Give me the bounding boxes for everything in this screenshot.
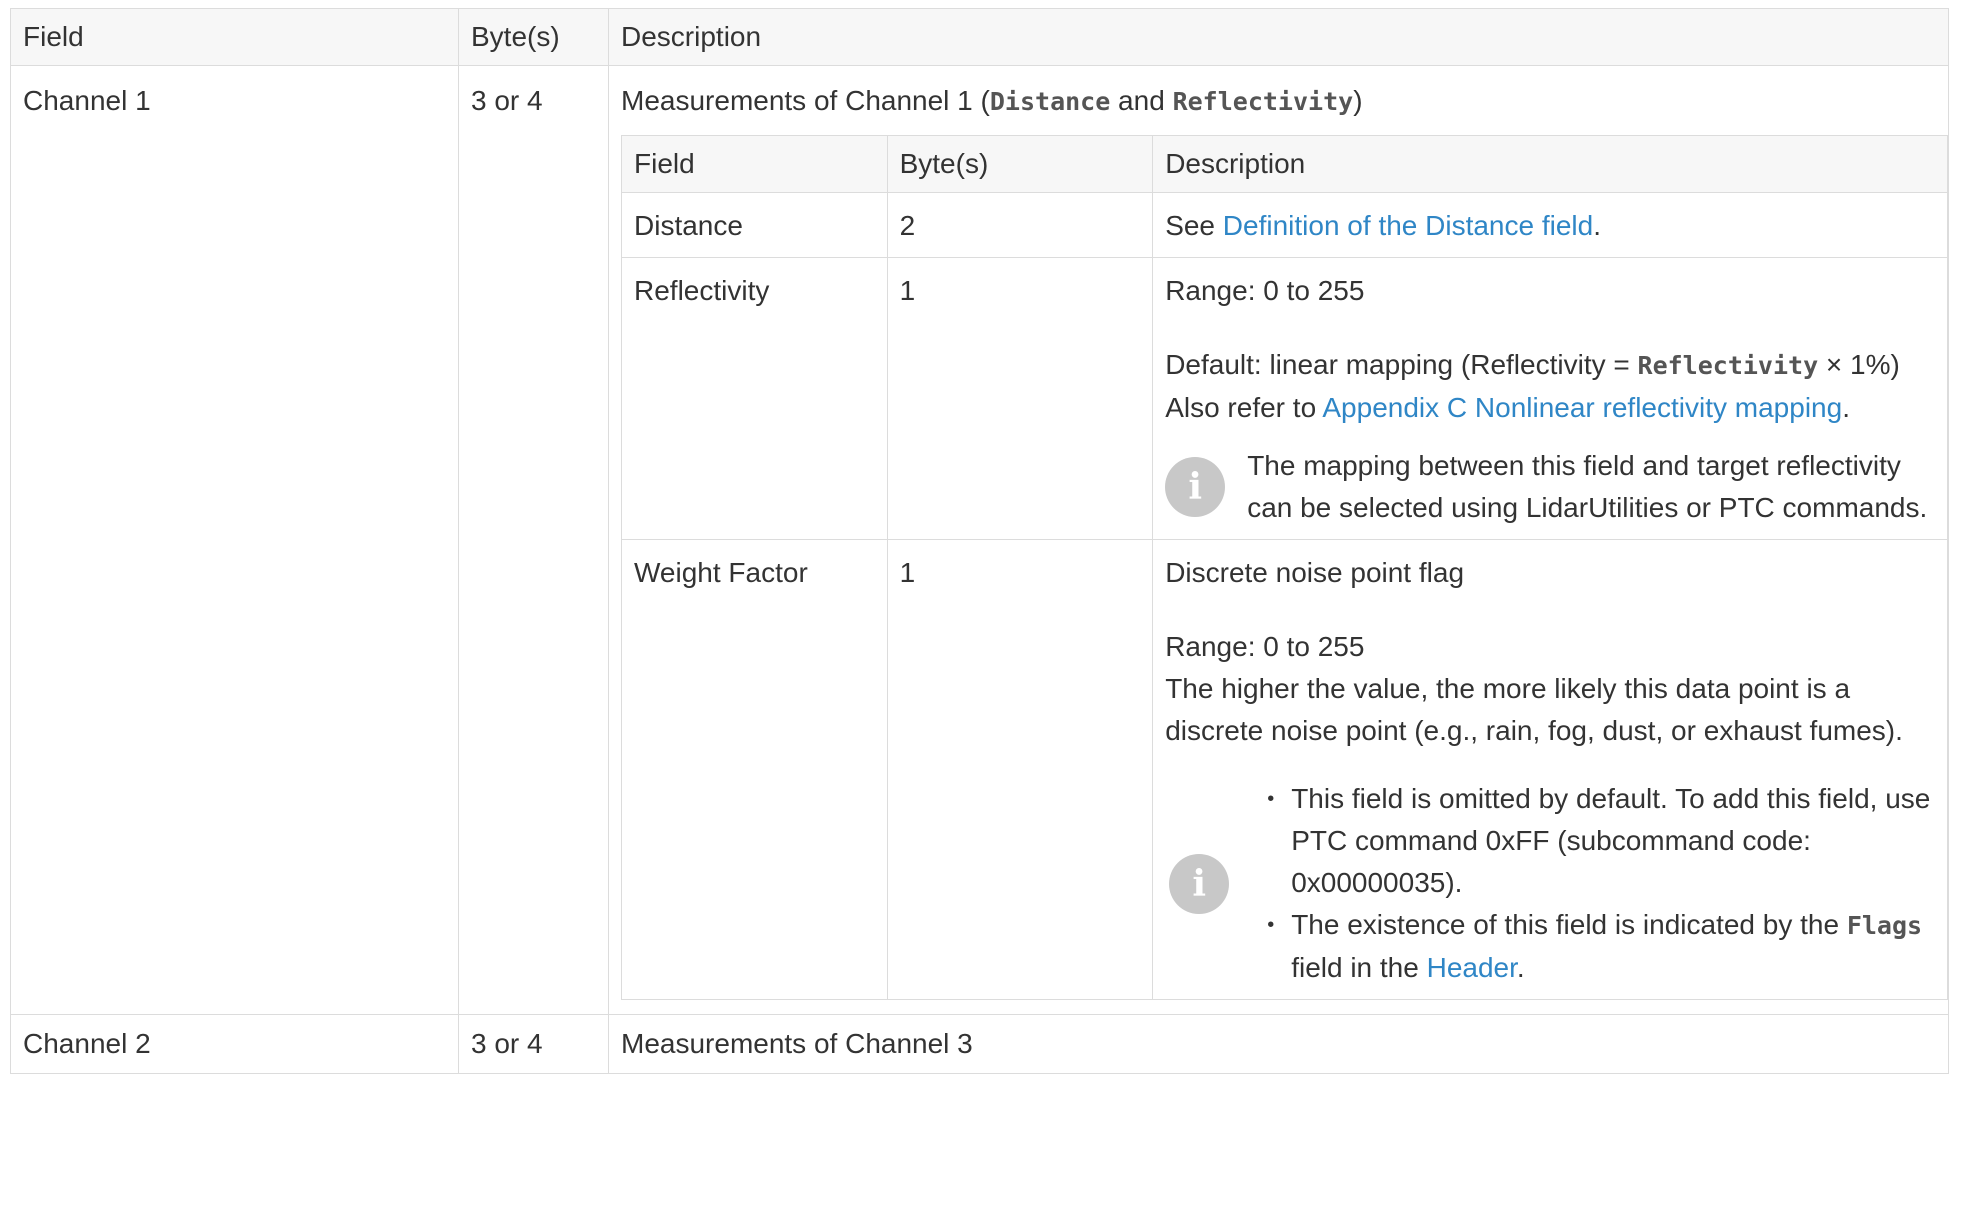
- table-header-row: Field Byte(s) Description: [10, 8, 1949, 66]
- channel-1-field: Channel 1: [10, 65, 459, 1015]
- reflectivity-note-text: The mapping between this field and targe…: [1247, 450, 1928, 523]
- channel-1-description: Measurements of Channel 1 (Distance and …: [608, 65, 1949, 1015]
- document-page: Field Byte(s) Description Channel 1 3 or…: [10, 8, 1949, 1074]
- inner-row-distance: Distance 2 See Definition of the Distanc…: [621, 192, 1948, 258]
- inner-row-reflectivity: Reflectivity 1 Range: 0 to 255 Default: …: [621, 257, 1948, 540]
- weight-factor-desc1: Discrete noise point flag: [1165, 557, 1465, 588]
- reflectivity-description: Range: 0 to 255 Default: linear mapping …: [1152, 257, 1948, 540]
- channel-2-description: Measurements of Channel 3: [608, 1014, 1949, 1074]
- note-item-omitted: This field is omitted by default. To add…: [1267, 778, 1935, 904]
- channel-2-bytes: 3 or 4: [458, 1014, 609, 1074]
- channel-1-bytes: 3 or 4: [458, 65, 609, 1015]
- weight-factor-desc2: The higher the value, the more likely th…: [1165, 673, 1903, 746]
- packet-field-table: Field Byte(s) Description Channel 1 3 or…: [10, 8, 1949, 1074]
- weight-factor-note-list: This field is omitted by default. To add…: [1251, 778, 1935, 989]
- reflectivity-note: i The mapping between this field and tar…: [1165, 445, 1935, 529]
- reflectivity-bytes: 1: [886, 257, 1154, 540]
- channel-subfield-table: Field Byte(s) Description Distance 2 See…: [621, 135, 1948, 1000]
- weight-factor-field: Weight Factor: [621, 539, 888, 1000]
- appendix-c-link[interactable]: Appendix C Nonlinear reflectivity mappin…: [1322, 392, 1842, 423]
- header-link[interactable]: Header: [1427, 952, 1517, 983]
- header-bytes: Byte(s): [458, 8, 609, 66]
- inner-row-weight-factor: Weight Factor 1 Discrete noise point fla…: [621, 539, 1948, 1000]
- note-item-existence: The existence of this field is indicated…: [1267, 904, 1935, 989]
- weight-factor-note: i This field is omitted by default. To a…: [1165, 778, 1935, 989]
- header-description: Description: [608, 8, 1949, 66]
- channel-1-summary: Measurements of Channel 1 (Distance and …: [621, 85, 1363, 116]
- distance-field: Distance: [621, 192, 888, 258]
- info-icon: i: [1169, 853, 1230, 914]
- reflectivity-field: Reflectivity: [621, 257, 888, 540]
- table-row-channel-1: Channel 1 3 or 4 Measurements of Channel…: [10, 65, 1949, 1015]
- weight-factor-bytes: 1: [886, 539, 1154, 1000]
- distance-definition-link[interactable]: Definition of the Distance field: [1223, 210, 1593, 241]
- weight-factor-description: Discrete noise point flag Range: 0 to 25…: [1152, 539, 1948, 1000]
- inner-header-description: Description: [1152, 135, 1948, 193]
- distance-description: See Definition of the Distance field.: [1152, 192, 1948, 258]
- reflectivity-refer: Also refer to Appendix C Nonlinear refle…: [1165, 392, 1850, 423]
- distance-bytes: 2: [886, 192, 1154, 258]
- inner-header-bytes: Byte(s): [886, 135, 1154, 193]
- weight-factor-range: Range: 0 to 255: [1165, 631, 1365, 662]
- header-field: Field: [10, 8, 459, 66]
- channel-2-field: Channel 2: [10, 1014, 459, 1074]
- reflectivity-default: Default: linear mapping (Reflectivity = …: [1165, 349, 1900, 380]
- table-row-channel-2: Channel 2 3 or 4 Measurements of Channel…: [10, 1014, 1949, 1074]
- inner-header-field: Field: [621, 135, 888, 193]
- info-icon: i: [1165, 457, 1226, 517]
- reflectivity-range: Range: 0 to 255: [1165, 275, 1365, 306]
- inner-header-row: Field Byte(s) Description: [621, 135, 1948, 193]
